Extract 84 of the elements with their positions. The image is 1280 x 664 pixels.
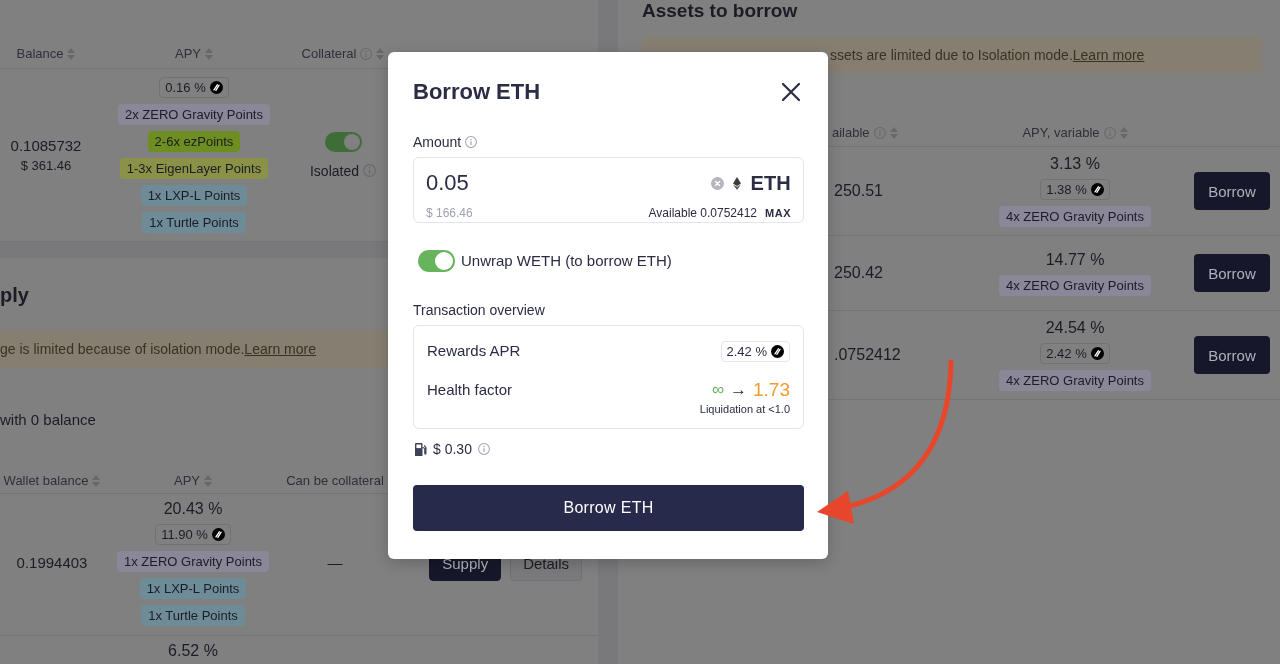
gas-cost: $ 0.30 xyxy=(433,440,472,458)
overview-label: Health factor xyxy=(427,380,513,400)
column-header: APY xyxy=(174,472,200,489)
apy-value: 20.43 % xyxy=(163,500,223,518)
column-header: Wallet balance xyxy=(3,472,89,489)
sort-icon[interactable] xyxy=(92,474,101,487)
borrow-button[interactable]: Borrow xyxy=(1194,172,1270,210)
overview-title: Transaction overview xyxy=(413,301,545,319)
column-header: Balance xyxy=(16,46,64,62)
amount-label: Amount xyxy=(413,133,462,151)
panel-title: ply xyxy=(0,284,29,306)
liquidation-note: Liquidation at <1.0 xyxy=(699,403,790,416)
points-tag: 2x ZERO Gravity Points xyxy=(118,104,270,125)
borrow-button[interactable]: Borrow xyxy=(1194,254,1270,292)
info-icon[interactable] xyxy=(477,443,490,455)
column-header: APY, variable xyxy=(1022,125,1100,141)
slashed-disc-icon xyxy=(1090,347,1104,360)
balance-usd: $ 361.46 xyxy=(20,157,72,174)
borrow-submit-button[interactable]: Borrow ETH xyxy=(413,485,804,531)
slashed-disc-icon xyxy=(1090,183,1104,196)
overview-label: Rewards APR xyxy=(427,341,521,361)
rewards-apr: 2.42 % xyxy=(1046,345,1087,362)
apy-value: 14.77 % xyxy=(1045,250,1105,269)
points-tag: 1x ZERO Gravity Points xyxy=(117,551,269,572)
toggle-switch[interactable] xyxy=(418,250,455,272)
diamond-icon xyxy=(733,176,742,190)
points-tag: 4x ZERO Gravity Points xyxy=(999,206,1151,227)
close-button[interactable] xyxy=(781,82,801,102)
apy-value: 3.13 % xyxy=(1050,155,1100,173)
notice-text: ge is limited because of isolation mode.Learn more xyxy=(0,340,316,358)
health-current: ∞ xyxy=(711,379,724,401)
points-tag: 1x LXP-L Points xyxy=(139,578,247,599)
amount-input[interactable]: 0.05 xyxy=(426,169,566,198)
points-tag: 1x Turtle Points xyxy=(141,605,245,626)
clear-icon[interactable] xyxy=(711,176,725,190)
amount-usd: $ 166.46 xyxy=(426,205,473,220)
available-value: .0752412 xyxy=(834,346,901,364)
rewards-apr: 0.16 % xyxy=(165,79,206,96)
collateral-value: — xyxy=(327,554,343,572)
column-header: ailable xyxy=(832,125,870,141)
zero-balance-label: with 0 balance xyxy=(0,412,96,428)
points-tag: 4x ZERO Gravity Points xyxy=(999,274,1151,296)
column-header: Collateral xyxy=(301,46,357,62)
max-button[interactable]: MAX xyxy=(765,205,791,220)
dialog-title: Borrow ETH xyxy=(413,78,541,106)
sort-icon[interactable] xyxy=(889,127,898,139)
toggle-switch[interactable] xyxy=(324,131,362,152)
info-icon[interactable] xyxy=(363,164,376,177)
rewards-apr: 2.42 % xyxy=(726,342,767,360)
wallet-balance: 0.1994403 xyxy=(16,554,88,572)
points-tag: 1-3x EigenLayer Points xyxy=(119,158,269,179)
borrow-button[interactable]: Borrow xyxy=(1194,336,1270,374)
notice-text: ssets are limited due to Isolation mode.Learn more xyxy=(830,46,1145,64)
available-value: 250.42 xyxy=(834,264,883,282)
rewards-apr: 1.38 % xyxy=(1046,181,1087,198)
balance-value: 0.1085732 xyxy=(10,136,82,155)
fuel-pump-icon xyxy=(415,442,427,456)
token-symbol: ETH xyxy=(750,171,791,196)
slashed-disc-icon xyxy=(211,528,225,541)
slashed-disc-icon xyxy=(771,344,784,358)
apy-value: 24.54 % xyxy=(1045,319,1105,337)
collateral-status: Isolated xyxy=(309,162,359,179)
slashed-disc-icon xyxy=(209,81,223,94)
sort-icon[interactable] xyxy=(376,48,385,60)
sort-icon[interactable] xyxy=(204,474,212,487)
points-tag: 2-6x ezPoints xyxy=(147,131,241,152)
panel-title: Assets to borrow xyxy=(642,0,798,22)
column-header: APY xyxy=(175,46,201,62)
sort-icon[interactable] xyxy=(67,48,76,60)
health-new: 1.73 xyxy=(753,379,790,401)
available-amount: Available 0.0752412 xyxy=(648,205,758,220)
health-arrow: → xyxy=(730,379,747,401)
close-icon xyxy=(781,82,801,102)
column-header: Can be collateral xyxy=(286,472,384,489)
sort-icon[interactable] xyxy=(1119,127,1128,139)
points-tag: 4x ZERO Gravity Points xyxy=(999,370,1151,391)
info-icon[interactable] xyxy=(465,136,478,148)
points-tag: 1x Turtle Points xyxy=(142,212,246,233)
sort-icon[interactable] xyxy=(205,48,213,60)
available-value: 250.51 xyxy=(834,182,883,200)
apy-value: 6.52 % xyxy=(168,642,218,660)
rewards-apr: 11.90 % xyxy=(161,526,208,543)
points-tag: 1x LXP-L Points xyxy=(140,185,248,206)
unwrap-label: Unwrap WETH (to borrow ETH) xyxy=(461,252,672,270)
